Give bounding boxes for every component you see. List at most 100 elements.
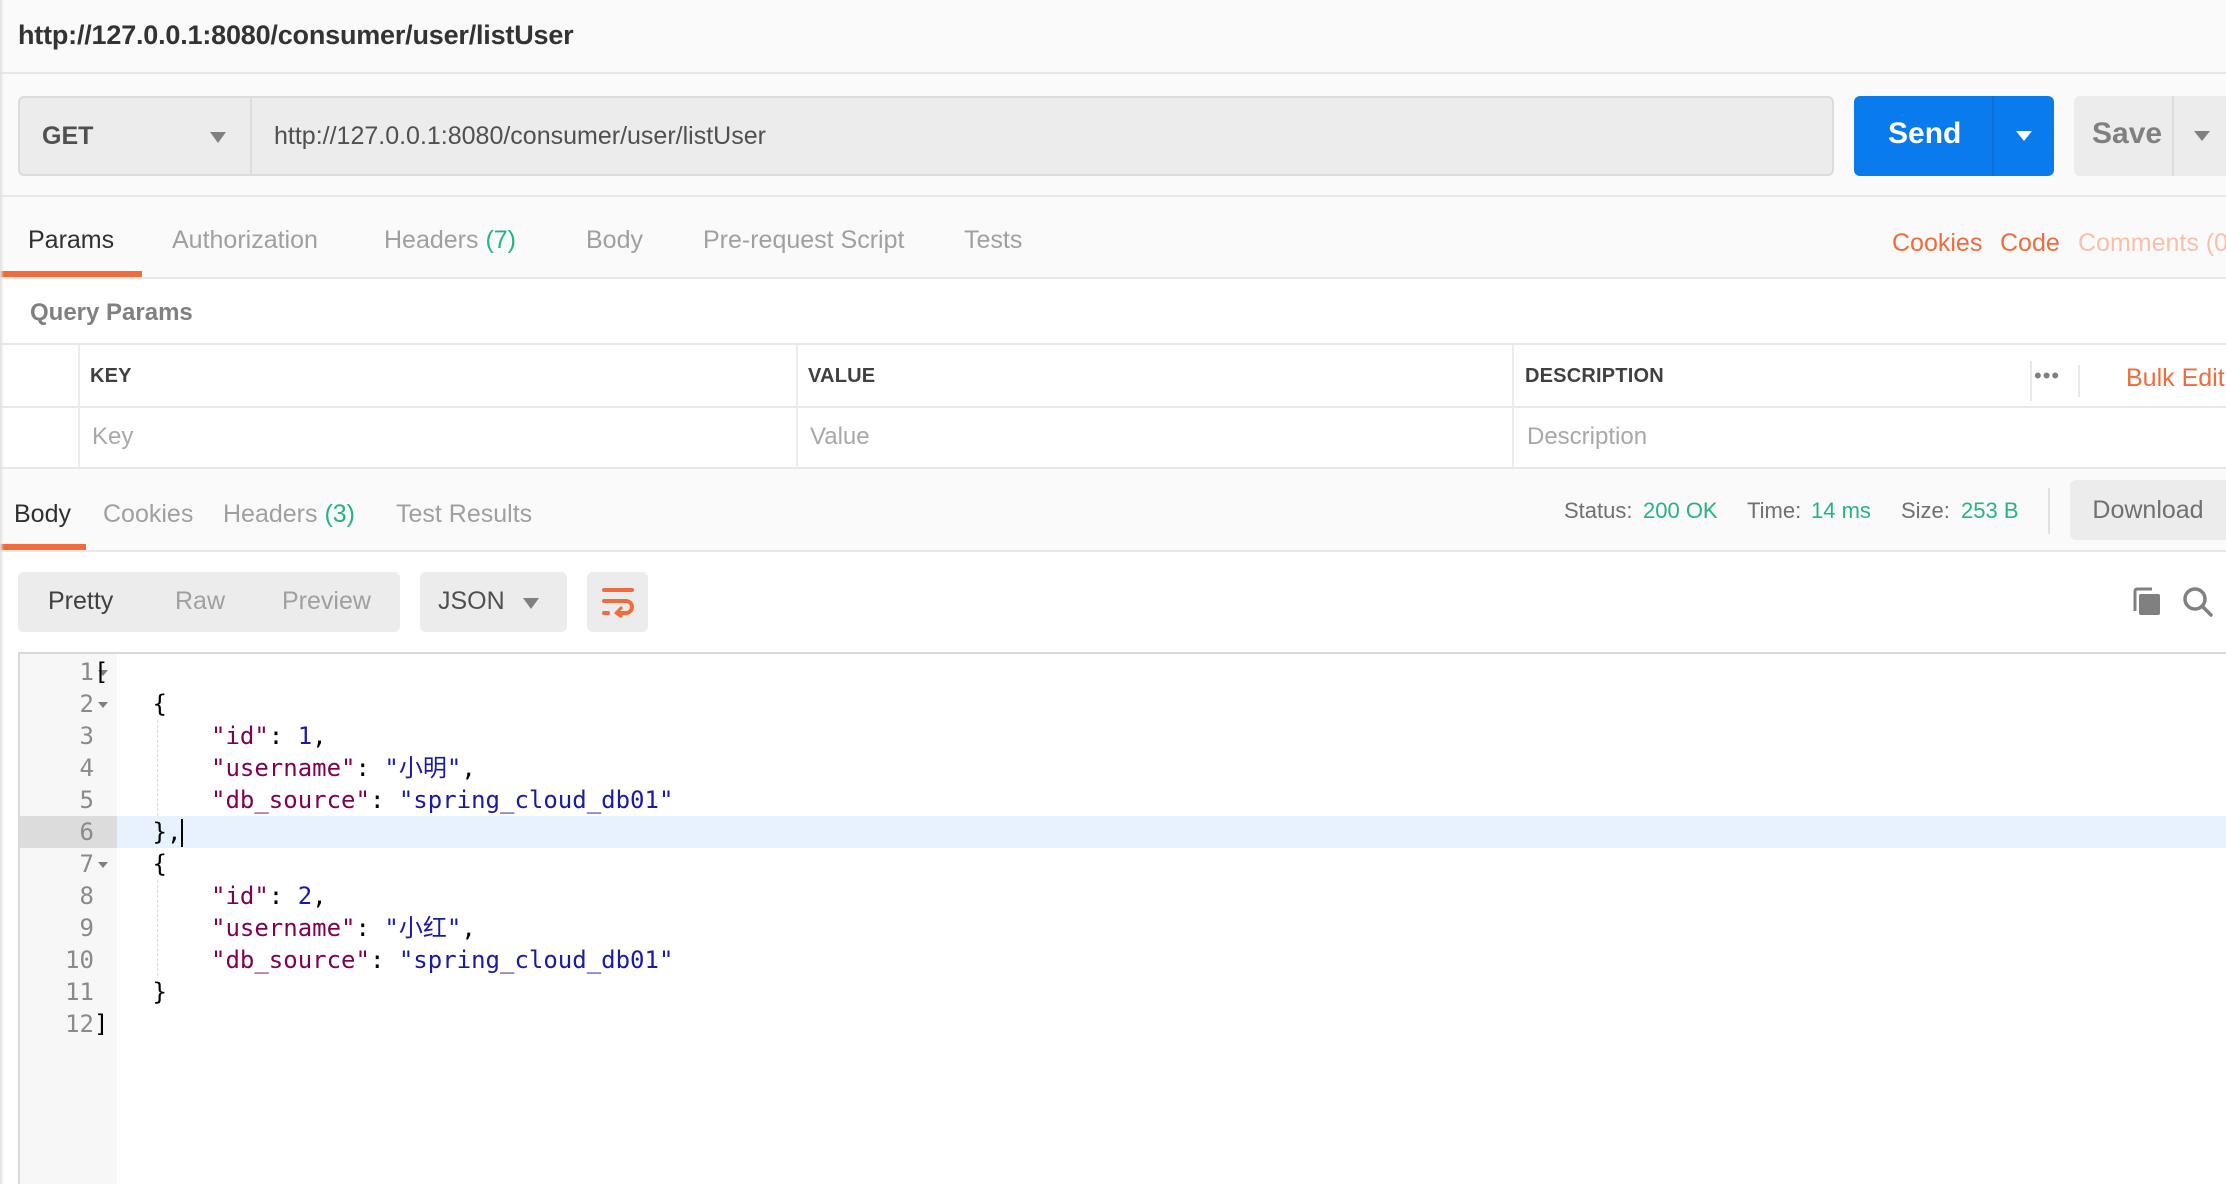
json-punctuation: ] (94, 1010, 109, 1038)
code-line: "id": 2, (211, 880, 327, 912)
code-line: "db_source": "spring_cloud_db01" (211, 784, 673, 816)
tab-headers[interactable]: Headers (7) (384, 226, 516, 255)
status-value[interactable]: 200 OK (1643, 498, 1718, 524)
column-header-key: KEY (90, 365, 132, 387)
json-string: "小明" (384, 754, 462, 782)
request-title[interactable]: http://127.0.0.1:8080/consumer/user/list… (18, 20, 574, 51)
tab-params[interactable]: Params (28, 226, 114, 255)
code-line: ] (94, 1008, 108, 1040)
time-value[interactable]: 14 ms (1811, 498, 1871, 524)
format-label: JSON (438, 587, 505, 615)
code-line: "id": 1, (211, 720, 327, 752)
line-number: 11 (65, 978, 94, 1006)
tab-authorization[interactable]: Authorization (172, 226, 318, 255)
column-divider (78, 345, 80, 467)
json-punctuation: : (355, 754, 385, 782)
line-number: 5 (79, 786, 94, 814)
save-label: Save (2092, 117, 2163, 150)
column-header-value: VALUE (808, 365, 876, 387)
response-tab-cookies[interactable]: Cookies (103, 500, 193, 529)
json-punctuation: } (152, 978, 167, 1006)
wrap-lines-button[interactable] (587, 572, 648, 632)
chevron-down-icon (210, 132, 226, 143)
code-link[interactable]: Code (2000, 229, 2060, 258)
divider (2078, 365, 2080, 397)
json-number: 2 (297, 882, 313, 910)
view-mode-group: Pretty Raw Preview (18, 572, 400, 632)
divider (2048, 488, 2050, 534)
title-bar: http://127.0.0.1:8080/consumer/user/list… (0, 0, 2226, 74)
save-button[interactable]: Save (2074, 96, 2226, 176)
param-value-input[interactable] (810, 410, 1500, 464)
json-string: "spring_cloud_db01" (398, 786, 674, 814)
line-number: 4 (79, 754, 94, 782)
cookies-link[interactable]: Cookies (1892, 229, 1982, 258)
json-key: "id" (211, 722, 269, 750)
code-line: } (153, 976, 167, 1008)
response-tab-body[interactable]: Body (14, 500, 71, 529)
wrap-lines-icon (602, 588, 634, 618)
json-punctuation: , (312, 882, 327, 910)
tab-label: Headers (384, 226, 479, 254)
tab-pre-request-script[interactable]: Pre-request Script (703, 226, 904, 255)
json-key: "db_source" (211, 786, 370, 814)
json-punctuation: , (312, 722, 327, 750)
tab-count: (7) (485, 226, 517, 254)
line-number: 1 (79, 658, 94, 686)
view-pretty-button[interactable]: Pretty (48, 587, 113, 616)
send-options-button[interactable] (1994, 96, 2054, 176)
tab-label: Pre-request Script (703, 226, 905, 254)
send-button[interactable]: Send (1854, 96, 2054, 176)
bulk-edit-link[interactable]: Bulk Edit (2126, 364, 2225, 393)
caret-down-icon[interactable] (2194, 131, 2210, 141)
chevron-down-icon (523, 598, 539, 609)
send-label: Send (1888, 117, 1962, 150)
code-content: 1[2{3 "id": 1, 4 "username": "小明", 5 "db_sour… (20, 654, 2226, 1184)
search-icon[interactable] (2182, 586, 2214, 618)
code-line: [ (94, 656, 108, 688)
query-params-title: Query Params (30, 299, 193, 326)
url-input[interactable] (250, 96, 1834, 176)
json-punctuation: : (369, 946, 399, 974)
json-string: "小红" (384, 914, 462, 942)
line-number: 10 (65, 946, 94, 974)
param-key-input[interactable] (92, 410, 782, 464)
indent-guide (156, 720, 158, 816)
column-divider (796, 345, 798, 467)
copy-icon[interactable] (2132, 587, 2162, 617)
view-raw-button[interactable]: Raw (175, 587, 225, 616)
fold-toggle-icon[interactable] (98, 702, 108, 708)
comments-link[interactable]: Comments (0 (2078, 229, 2226, 258)
response-tab-test-results[interactable]: Test Results (396, 500, 532, 529)
json-key: "id" (211, 882, 269, 910)
json-punctuation: , (461, 754, 476, 782)
status-label: Status: (1564, 498, 1633, 523)
line-number: 6 (20, 816, 117, 848)
tab-body[interactable]: Body (586, 226, 643, 255)
tab-label: Body (586, 226, 643, 254)
json-key: "username" (211, 914, 356, 942)
tab-label: Params (28, 226, 115, 254)
line-number: 12 (65, 1010, 94, 1038)
fold-toggle-icon[interactable] (98, 862, 108, 868)
size-value[interactable]: 253 B (1961, 498, 2019, 524)
tab-tests[interactable]: Tests (964, 226, 1022, 255)
format-select[interactable]: JSON (420, 572, 567, 632)
size-label: Size: (1901, 498, 1950, 523)
response-editor[interactable]: 1[2{3 "id": 1, 4 "username": "小明", 5 "db_sour… (18, 652, 2226, 1184)
line-number: 7 (79, 850, 94, 878)
json-punctuation: { (152, 850, 167, 878)
column-divider (1512, 345, 1514, 467)
response-tab-headers[interactable]: Headers (3) (223, 500, 355, 529)
json-punctuation: , (461, 914, 476, 942)
method-select[interactable]: GET (18, 96, 250, 176)
param-description-input[interactable] (1527, 410, 2207, 464)
download-button[interactable]: Download (2070, 480, 2226, 540)
download-label: Download (2092, 496, 2204, 524)
text-cursor (181, 819, 184, 847)
code-line: "username": "小明", (211, 752, 476, 784)
more-options-icon[interactable]: ••• (2034, 363, 2060, 389)
json-punctuation: : (369, 786, 399, 814)
view-preview-button[interactable]: Preview (282, 587, 371, 616)
code-line: "username": "小红", (211, 912, 476, 944)
